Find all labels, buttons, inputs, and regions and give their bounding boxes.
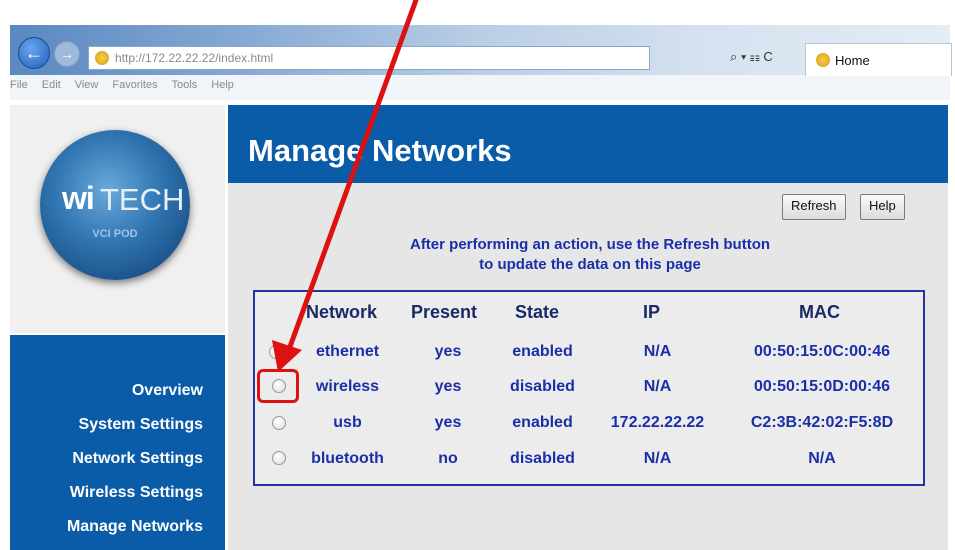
cell-present: yes [434, 378, 462, 395]
column-header-ip: IP [643, 302, 661, 322]
cell-network: bluetooth [311, 450, 384, 467]
instruction-line-2: to update the data on this page [479, 256, 701, 273]
menu-help[interactable]: Help [211, 79, 234, 99]
sidebar-nav: Overview System Settings Network Setting… [10, 335, 225, 550]
sidebar-item-manage-networks[interactable]: Manage Networks [67, 518, 203, 536]
cell-state: disabled [510, 450, 575, 467]
sidebar-item-overview[interactable]: Overview [132, 382, 203, 400]
network-select-radio[interactable] [272, 451, 286, 465]
network-select-radio[interactable] [269, 345, 283, 359]
witech-logo: wi TECH VCI POD [40, 130, 190, 280]
ie-page-icon [95, 51, 109, 65]
cell-network: ethernet [315, 343, 380, 360]
sidebar-item-wireless-settings[interactable]: Wireless Settings [70, 484, 203, 502]
back-button[interactable]: ← [18, 37, 50, 69]
cell-mac: N/A [808, 450, 836, 467]
cell-state: enabled [512, 343, 573, 360]
cell-state: enabled [512, 414, 573, 431]
forward-arrow-icon: → [60, 46, 74, 62]
tab-title: Home [835, 52, 870, 68]
cell-state: disabled [510, 378, 575, 395]
cell-ip: 172.22.22.22 [610, 414, 705, 431]
column-header-present: Present [411, 302, 478, 322]
cell-present: yes [434, 414, 462, 431]
column-header-network: Network [306, 302, 378, 322]
help-button[interactable]: Help [860, 194, 905, 220]
cell-mac: C2:3B:42:02:F5:8D [750, 414, 894, 431]
forward-button[interactable]: → [54, 41, 80, 67]
column-header-mac: MAC [799, 302, 840, 322]
menu-favorites[interactable]: Favorites [112, 79, 157, 99]
network-select-radio[interactable] [272, 416, 286, 430]
cell-present: no [438, 450, 458, 467]
url-host: http://172.22.22.22 [115, 51, 216, 65]
highlight-box [257, 369, 299, 403]
sidebar-item-system-settings[interactable]: System Settings [79, 416, 203, 434]
logo-tech: TECH [100, 182, 185, 217]
cell-network: usb [333, 414, 362, 431]
cell-mac: 00:50:15:0C:00:46 [753, 343, 891, 360]
browser-chrome: ← → http://172.22.22.22/index.html ⌕ ▾ ☷… [10, 25, 952, 100]
address-bar[interactable]: http://172.22.22.22/index.html [88, 46, 650, 70]
menu-view[interactable]: View [75, 79, 99, 99]
url-path: /index.html [215, 51, 274, 65]
cell-network: wireless [315, 378, 380, 395]
cell-mac: 00:50:15:0D:00:46 [753, 378, 891, 395]
cell-ip: N/A [643, 378, 672, 395]
refresh-button[interactable]: Refresh [782, 194, 846, 220]
menu-tools[interactable]: Tools [172, 79, 198, 99]
instruction-line-1: After performing an action, use the Refr… [409, 236, 771, 253]
back-arrow-icon: ← [25, 42, 43, 63]
sidebar-item-network-settings[interactable]: Network Settings [72, 450, 203, 468]
page-title: Manage Networks [248, 133, 512, 168]
cell-present: yes [434, 343, 462, 360]
browser-tab-home[interactable]: Home [805, 43, 952, 76]
cell-ip: N/A [643, 450, 672, 467]
cell-ip: N/A [643, 343, 672, 360]
menu-edit[interactable]: Edit [42, 79, 61, 99]
menu-bar: File Edit View Favorites Tools Help [10, 79, 248, 99]
logo-subtitle: VCI POD [92, 228, 138, 240]
page-header: Manage Networks [228, 105, 948, 183]
address-tools[interactable]: ⌕ ▾ ☷ C [730, 49, 773, 65]
ie-tab-icon [816, 53, 830, 67]
column-header-state: State [515, 302, 560, 322]
logo-wi: wi [62, 180, 95, 216]
menu-file[interactable]: File [10, 79, 28, 99]
